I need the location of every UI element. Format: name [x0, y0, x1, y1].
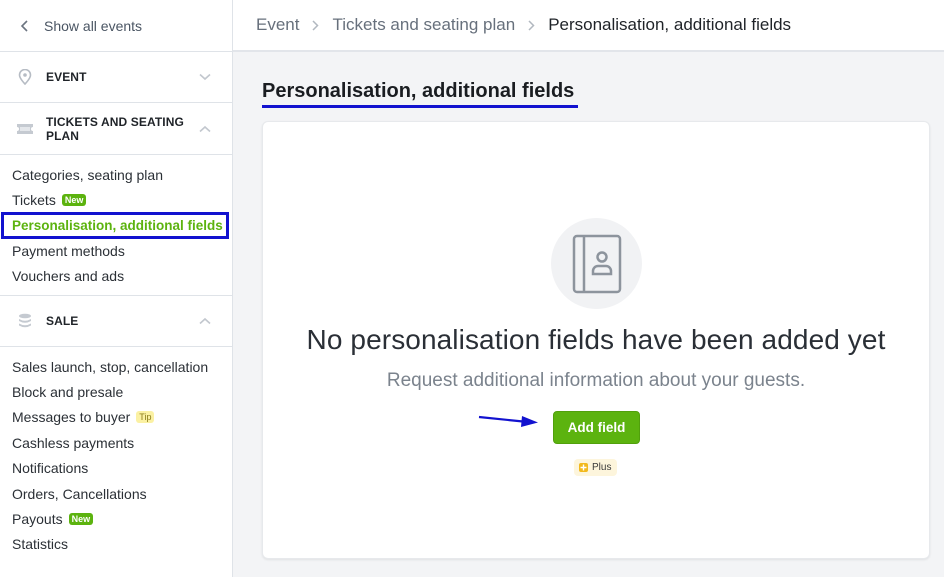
section-title-tickets: TICKETS AND SEATING PLAN: [46, 115, 198, 143]
sidebar: Show all events EVENT TICKETS AND SEATIN…: [0, 0, 233, 577]
add-field-button[interactable]: Add field: [553, 411, 640, 444]
nav-label: Messages to buyer: [12, 409, 131, 426]
nav-item-vouchers[interactable]: Vouchers and ads: [0, 264, 232, 289]
breadcrumb-event[interactable]: Event: [256, 15, 299, 35]
ticket-icon: [16, 120, 34, 138]
plus-plan-badge: Plus: [574, 459, 618, 476]
annotation-arrow-icon: [478, 415, 538, 427]
nav-item-notifications[interactable]: Notifications: [0, 456, 232, 481]
chevron-down-icon[interactable]: [198, 70, 212, 84]
plus-icon: [579, 463, 588, 472]
chevron-up-icon[interactable]: [198, 122, 212, 136]
section-title-event: EVENT: [46, 70, 87, 84]
nav-item-messages[interactable]: Messages to buyer Tip: [0, 405, 232, 430]
nav-item-payouts[interactable]: Payouts New: [0, 506, 232, 531]
nav-item-cashless[interactable]: Cashless payments: [0, 430, 232, 455]
nav-item-categories[interactable]: Categories, seating plan: [0, 162, 232, 187]
breadcrumb: Event Tickets and seating plan Personali…: [233, 0, 944, 52]
nav-label: Personalisation, additional fields: [12, 217, 223, 233]
plus-badge-label: Plus: [592, 462, 612, 473]
breadcrumb-current: Personalisation, additional fields: [548, 15, 792, 34]
database-stack-icon: [16, 312, 34, 330]
nav-item-tickets[interactable]: Tickets New: [0, 187, 232, 212]
nav-label: Tickets: [12, 192, 56, 209]
location-pin-icon: [16, 68, 34, 86]
new-badge: New: [61, 194, 87, 207]
nav-label: Payouts: [12, 510, 63, 527]
nav-label: Orders, Cancellations: [12, 485, 147, 502]
sale-nav-list: Sales launch, stop, cancellation Block a…: [0, 347, 232, 563]
section-title-line2: PLAN: [46, 128, 80, 143]
empty-state-subtitle: Request additional information about you…: [386, 370, 806, 391]
contact-book-icon: [551, 218, 642, 309]
nav-label: Vouchers and ads: [12, 268, 125, 285]
nav-item-sales-launch[interactable]: Sales launch, stop, cancellation: [0, 354, 232, 379]
nav-label: Notifications: [12, 460, 89, 477]
section-title-line1: TICKETS AND SEATING: [46, 114, 184, 129]
chevron-right-icon: [312, 19, 320, 31]
nav-label: Cashless payments: [12, 434, 135, 451]
chevron-right-icon: [528, 19, 535, 31]
nav-label: Payment methods: [12, 242, 125, 259]
nav-item-orders[interactable]: Orders, Cancellations: [0, 481, 232, 506]
nav-item-statistics[interactable]: Statistics: [0, 532, 232, 557]
chevron-left-icon: [20, 19, 34, 33]
show-all-events-link[interactable]: Show all events: [0, 0, 232, 52]
page-title: Personalisation, additional fields: [262, 80, 579, 108]
section-header-sale[interactable]: SALE: [0, 296, 232, 347]
nav-item-block-presale[interactable]: Block and presale: [0, 379, 232, 404]
nav-label: Categories, seating plan: [12, 166, 163, 183]
chevron-up-icon[interactable]: [198, 314, 212, 328]
nav-label: Statistics: [12, 536, 69, 553]
tip-badge: Tip: [136, 411, 155, 424]
section-header-event[interactable]: EVENT: [0, 52, 232, 103]
new-badge: New: [68, 512, 94, 525]
tickets-nav-list: Categories, seating plan Tickets New Per…: [0, 155, 232, 296]
section-title-sale: SALE: [46, 313, 79, 328]
nav-label: Block and presale: [12, 384, 124, 401]
empty-state-title: No personalisation fields have been adde…: [306, 324, 886, 355]
nav-item-personalisation[interactable]: Personalisation, additional fields: [1, 211, 229, 240]
nav-label: Sales launch, stop, cancellation: [12, 358, 209, 375]
show-all-events-label: Show all events: [44, 17, 143, 34]
nav-item-payment-methods[interactable]: Payment methods: [0, 238, 232, 263]
section-header-tickets[interactable]: TICKETS AND SEATING PLAN: [0, 103, 232, 155]
empty-state-card: No personalisation fields have been adde…: [262, 121, 930, 559]
breadcrumb-tickets[interactable]: Tickets and seating plan: [332, 15, 515, 35]
